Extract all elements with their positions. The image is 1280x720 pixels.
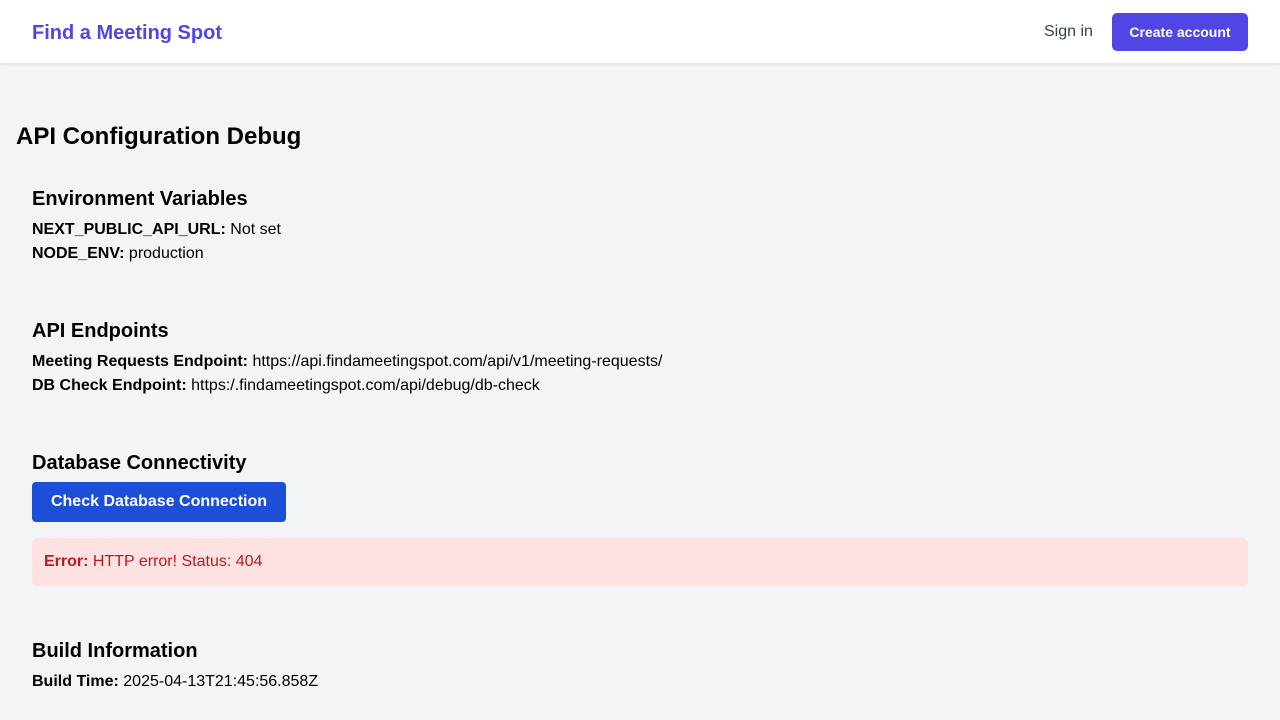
sign-in-link[interactable]: Sign in xyxy=(1044,22,1093,42)
env-key: NEXT_PUBLIC_API_URL: xyxy=(32,221,226,238)
error-alert: Error: HTTP error! Status: 404 xyxy=(32,538,1248,586)
env-value: production xyxy=(128,245,204,262)
error-label: Error: xyxy=(44,553,89,570)
build-value: 2025-04-13T21:45:56.858Z xyxy=(123,673,319,690)
endpoint-key: DB Check Endpoint: xyxy=(32,377,187,394)
section-title: Build Information xyxy=(32,640,198,662)
section-title: Environment Variables xyxy=(32,188,248,210)
endpoint-row-db-check: DB Check Endpoint: https:/.findameetings… xyxy=(32,374,1248,398)
section-title: Database Connectivity xyxy=(32,452,247,474)
env-row-api-url: NEXT_PUBLIC_API_URL: Not set xyxy=(32,218,1248,242)
build-key: Build Time: xyxy=(32,673,119,690)
page-title: API Configuration Debug xyxy=(16,123,302,150)
build-row-time: Build Time: 2025-04-13T21:45:56.858Z xyxy=(32,670,1248,694)
database-connectivity-section: Database Connectivity Check Database Con… xyxy=(32,450,1248,586)
env-row-node-env: NODE_ENV: production xyxy=(32,242,1248,266)
create-account-button[interactable]: Create account xyxy=(1112,13,1248,51)
endpoint-value: https:/.findameetingspot.com/api/debug/d… xyxy=(191,377,540,394)
endpoint-value: https://api.findameetingspot.com/api/v1/… xyxy=(252,353,663,370)
env-value: Not set xyxy=(230,221,281,238)
section-title: API Endpoints xyxy=(32,320,169,342)
api-endpoints-section: API Endpoints Meeting Requests Endpoint:… xyxy=(32,318,1248,398)
check-database-connection-button[interactable]: Check Database Connection xyxy=(32,482,286,522)
endpoint-key: Meeting Requests Endpoint: xyxy=(32,353,248,370)
endpoint-row-meeting-requests: Meeting Requests Endpoint: https://api.f… xyxy=(32,350,1248,374)
top-nav: Find a Meeting Spot Sign in Create accou… xyxy=(0,0,1280,64)
environment-variables-section: Environment Variables NEXT_PUBLIC_API_UR… xyxy=(32,186,1248,266)
env-key: NODE_ENV: xyxy=(32,245,125,262)
build-information-section: Build Information Build Time: 2025-04-13… xyxy=(32,638,1248,694)
brand-logo-link[interactable]: Find a Meeting Spot xyxy=(32,20,222,46)
error-message: HTTP error! Status: 404 xyxy=(92,553,263,570)
